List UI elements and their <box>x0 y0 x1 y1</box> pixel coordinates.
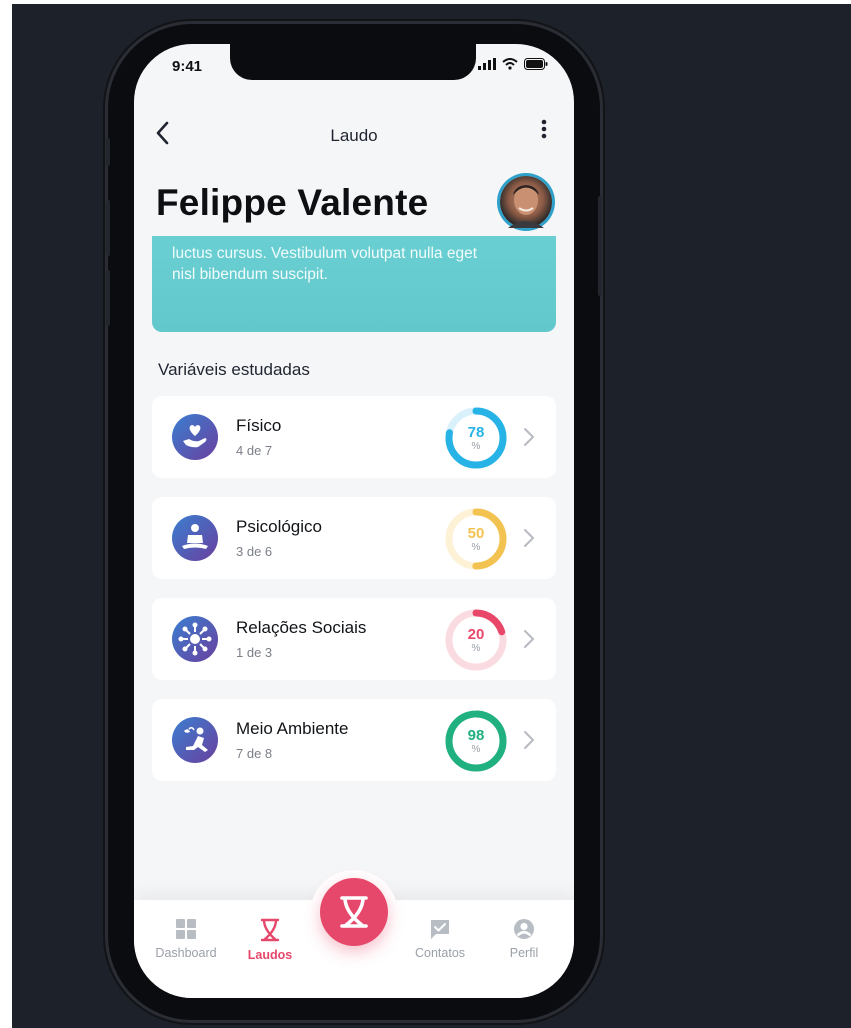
report-summary-card: luctus cursus. Vestibulum volutpat nulla… <box>152 236 556 332</box>
variable-card[interactable]: Meio Ambiente 7 de 8 98 % <box>152 699 556 781</box>
chevron-right-icon <box>524 529 534 547</box>
wifi-icon <box>502 58 518 70</box>
screen: 9:41 Laudo luctus cursus. Vestibulum vol… <box>134 44 574 998</box>
variable-name: Físico <box>236 416 282 435</box>
variable-card[interactable]: Psicológico 3 de 6 50 % <box>152 497 556 579</box>
more-options-icon[interactable] <box>538 116 550 144</box>
variable-name: Meio Ambiente <box>236 719 349 738</box>
avatar[interactable] <box>500 176 552 228</box>
variable-name: Psicológico <box>236 517 322 536</box>
avatar-face-icon <box>508 185 544 228</box>
progress-value: 78 <box>467 424 485 441</box>
dna-icon <box>260 918 280 942</box>
variable-card[interactable]: Físico 4 de 7 78 % <box>152 396 556 478</box>
chevron-right-icon <box>524 630 534 648</box>
summary-line: nisl bibendum suscipit. <box>172 266 328 283</box>
progress-value: 98 <box>467 727 485 744</box>
variable-progress-count: 7 de 8 <box>236 746 273 761</box>
variable-progress-count: 3 de 6 <box>236 544 273 559</box>
network-icon <box>172 616 218 662</box>
chevron-right-icon <box>524 428 534 446</box>
notch <box>230 44 476 80</box>
percent-sign: % <box>471 643 481 654</box>
silent-switch <box>106 138 110 166</box>
tab-laudos[interactable]: Laudos <box>230 918 310 962</box>
status-icons <box>478 58 548 70</box>
chevron-right-icon <box>524 731 534 749</box>
nav-title: Laudo <box>330 126 378 145</box>
dna-icon <box>340 896 368 928</box>
battery-icon <box>524 58 548 70</box>
summary-line: luctus cursus. Vestibulum volutpat nulla… <box>172 245 478 262</box>
variable-progress-count: 1 de 3 <box>236 645 273 660</box>
tab-label: Laudos <box>247 948 293 962</box>
percent-sign: % <box>471 542 481 553</box>
report-summary-text: luctus cursus. Vestibulum volutpat nulla… <box>172 236 532 285</box>
tab-dashboard[interactable]: Dashboard <box>146 918 226 960</box>
variable-progress-count: 4 de 7 <box>236 443 273 458</box>
grid-icon <box>176 919 196 939</box>
meditation-icon <box>172 515 218 561</box>
volume-down-button <box>106 270 110 326</box>
new-report-button[interactable] <box>320 878 388 946</box>
tab-perfil[interactable]: Perfil <box>484 918 564 960</box>
variable-card[interactable]: Relações Sociais 1 de 3 20 % <box>152 598 556 680</box>
section-title: Variáveis estudadas <box>158 360 310 379</box>
progress-value: 50 <box>467 525 485 542</box>
hand-heart-icon <box>172 414 218 460</box>
tab-label: Dashboard <box>155 946 217 960</box>
tab-label: Perfil <box>509 946 539 960</box>
tab-contatos[interactable]: Contatos <box>400 918 480 960</box>
user-icon <box>514 919 534 939</box>
power-button <box>598 196 602 296</box>
percent-sign: % <box>471 744 481 755</box>
progress-value: 20 <box>467 626 485 643</box>
volume-up-button <box>106 200 110 256</box>
signal-icon <box>478 58 496 70</box>
tab-label: Contatos <box>414 946 466 960</box>
status-time: 9:41 <box>172 58 203 75</box>
chat-check-icon <box>431 920 449 939</box>
planting-icon <box>172 717 218 763</box>
variable-name: Relações Sociais <box>236 618 367 637</box>
percent-sign: % <box>471 441 481 452</box>
patient-name: Felippe Valente <box>156 182 429 223</box>
